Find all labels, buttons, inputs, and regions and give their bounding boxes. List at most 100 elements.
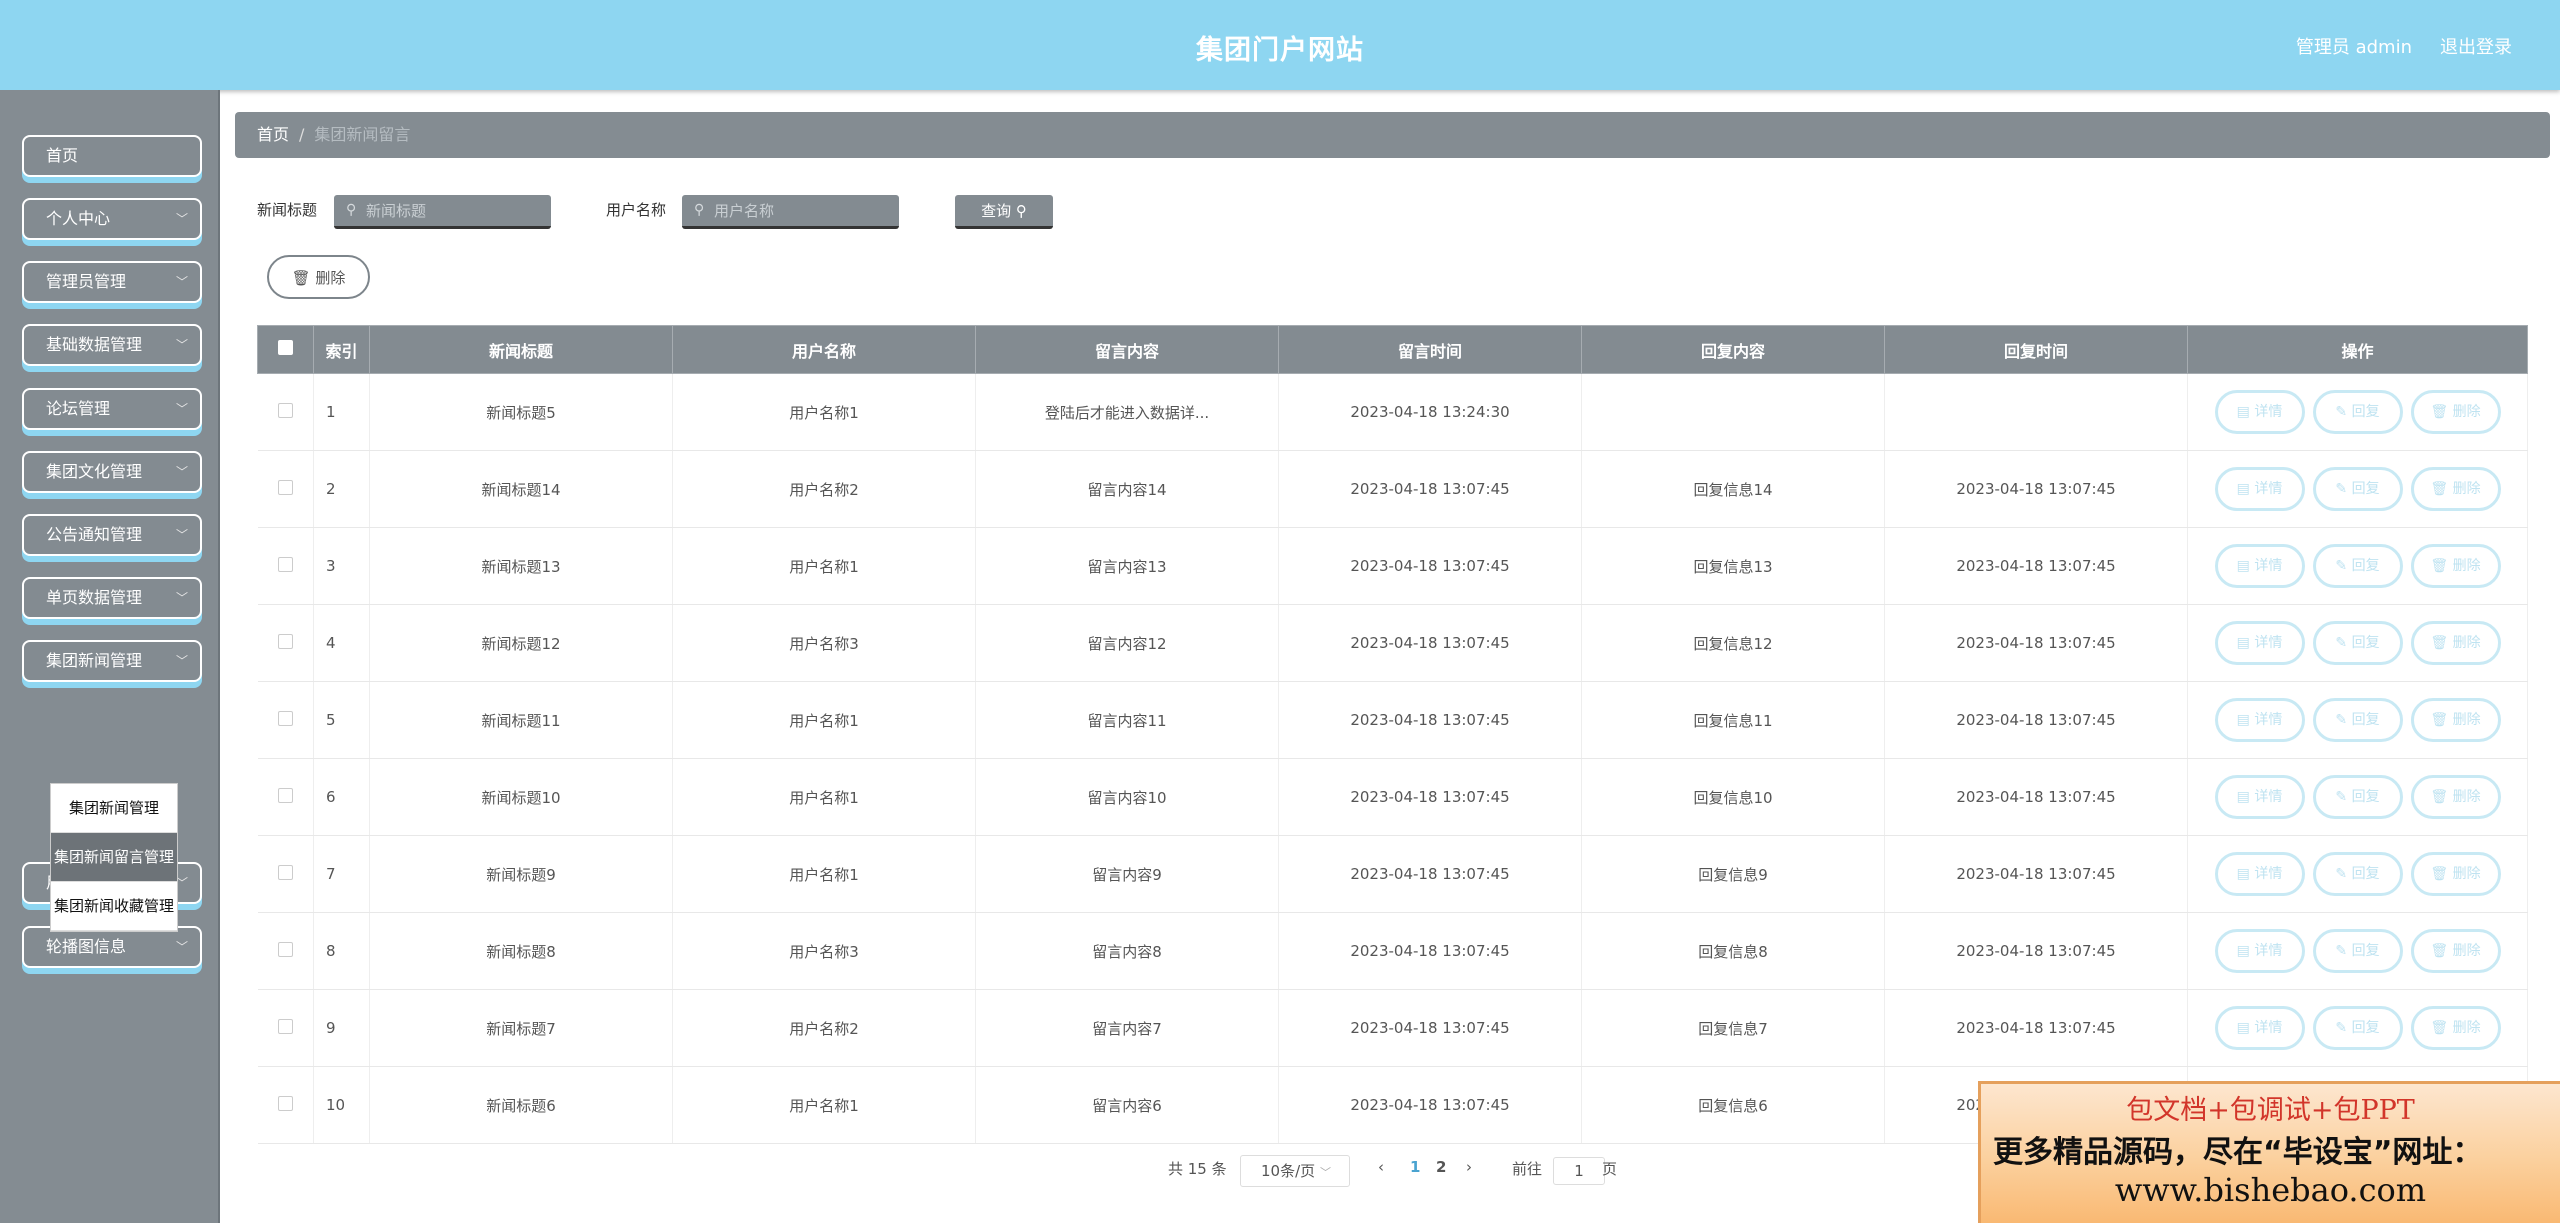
- trash-icon: 🗑: [2430, 404, 2453, 420]
- breadcrumb-home[interactable]: 首页: [257, 125, 289, 144]
- row-checkbox[interactable]: [277, 1018, 293, 1034]
- document-icon: ▤: [2236, 712, 2255, 728]
- sidebar-item-label: 基础数据管理: [46, 335, 143, 354]
- edit-icon: ✎: [2335, 481, 2352, 497]
- batch-delete-button[interactable]: 🗑 删除: [267, 255, 370, 299]
- sidebar-item[interactable]: 个人中心 ﹀: [22, 198, 202, 240]
- sidebar-item[interactable]: 首页: [22, 135, 202, 177]
- cell-user: 用户名称1: [672, 373, 976, 451]
- row-checkbox[interactable]: [277, 633, 293, 649]
- sidebar-item[interactable]: 集团文化管理 ﹀: [22, 451, 202, 493]
- delete-button[interactable]: 🗑 删除: [2410, 390, 2501, 434]
- edit-icon: ✎: [2335, 404, 2352, 420]
- select-all-checkbox[interactable]: [278, 340, 293, 355]
- trash-icon: 🗑: [291, 268, 311, 287]
- row-select-cell: [257, 989, 314, 1067]
- row-index: 6: [313, 758, 370, 836]
- reply-button[interactable]: ✎ 回复: [2312, 852, 2403, 896]
- detail-button-label: 详情: [2254, 481, 2283, 497]
- detail-button[interactable]: ▤ 详情: [2214, 775, 2305, 819]
- reply-button[interactable]: ✎ 回复: [2312, 544, 2403, 588]
- sidebar-item[interactable]: 集团新闻管理 ﹀: [22, 640, 202, 682]
- next-page-button[interactable]: ›: [1466, 1158, 1472, 1176]
- cell-title: 新闻标题10: [369, 758, 673, 836]
- sidebar-item[interactable]: 轮播图信息 ﹀: [22, 926, 202, 968]
- chevron-down-icon: ﹀: [175, 402, 188, 416]
- delete-button[interactable]: 🗑 删除: [2410, 544, 2501, 588]
- cell-reply: 回复信息7: [1581, 989, 1885, 1067]
- row-checkbox[interactable]: [277, 556, 293, 572]
- news-title-input[interactable]: [334, 195, 551, 229]
- table-row: 1 新闻标题5 用户名称1 登陆后才能进入数据详... 2023-04-18 13:24…: [257, 373, 2528, 451]
- reply-button[interactable]: ✎ 回复: [2312, 467, 2403, 511]
- cell-title: 新闻标题5: [369, 373, 673, 451]
- search-icon: ⚲: [346, 202, 357, 218]
- logout-link[interactable]: 退出登录: [2440, 33, 2512, 59]
- detail-button[interactable]: ▤ 详情: [2214, 1006, 2305, 1050]
- sidebar-item-label: 单页数据管理: [46, 588, 143, 607]
- sidebar-item-label: 个人中心: [46, 209, 111, 228]
- page-number[interactable]: 2: [1436, 1158, 1446, 1176]
- sidebar-item[interactable]: 公告通知管理 ﹀: [22, 514, 202, 556]
- row-checkbox[interactable]: [277, 787, 293, 803]
- trash-icon: 🗑: [2430, 558, 2453, 574]
- sidebar-item[interactable]: 管理员管理 ﹀: [22, 261, 202, 303]
- detail-button[interactable]: ▤ 详情: [2214, 929, 2305, 973]
- promo-line-1: 包文档+包调试+包PPT: [2126, 1095, 2415, 1126]
- row-checkbox[interactable]: [277, 710, 293, 726]
- cell-content: 留言内容9: [975, 835, 1279, 913]
- user-name-input[interactable]: [682, 195, 899, 229]
- page-size-select[interactable]: 10条/页 ﹀: [1240, 1155, 1350, 1187]
- sidebar-item[interactable]: 单页数据管理 ﹀: [22, 577, 202, 619]
- delete-button-label: 删除: [2452, 1020, 2481, 1036]
- detail-button[interactable]: ▤ 详情: [2214, 544, 2305, 588]
- sidebar-item[interactable]: 基础数据管理 ﹀: [22, 324, 202, 366]
- cell-time: 2023-04-18 13:07:45: [1278, 604, 1582, 682]
- row-index: 7: [313, 835, 370, 913]
- delete-button-label: 删除: [2452, 635, 2481, 651]
- cell-user: 用户名称1: [672, 1066, 976, 1144]
- delete-button[interactable]: 🗑 删除: [2410, 698, 2501, 742]
- delete-button-label: 删除: [2452, 481, 2481, 497]
- submenu-item[interactable]: 集团新闻收藏管理: [51, 882, 177, 931]
- query-button[interactable]: 查询 ⚲: [955, 195, 1053, 229]
- delete-button[interactable]: 🗑 删除: [2410, 852, 2501, 896]
- row-checkbox[interactable]: [277, 402, 293, 418]
- detail-button[interactable]: ▤ 详情: [2214, 621, 2305, 665]
- detail-button[interactable]: ▤ 详情: [2214, 467, 2305, 511]
- sidebar-item[interactable]: 论坛管理 ﹀: [22, 388, 202, 430]
- cell-user: 用户名称3: [672, 912, 976, 990]
- submenu-item[interactable]: 集团新闻留言管理: [51, 833, 177, 882]
- cell-time: 2023-04-18 13:07:45: [1278, 1066, 1582, 1144]
- delete-button-label: 删除: [2452, 789, 2481, 805]
- reply-button[interactable]: ✎ 回复: [2312, 390, 2403, 434]
- cell-title: 新闻标题14: [369, 450, 673, 528]
- prev-page-button[interactable]: ‹: [1378, 1158, 1384, 1176]
- delete-button[interactable]: 🗑 删除: [2410, 775, 2501, 819]
- reply-button[interactable]: ✎ 回复: [2312, 621, 2403, 665]
- row-actions: ▤ 详情✎ 回复🗑 删除: [2187, 758, 2528, 836]
- submenu-item[interactable]: 集团新闻管理: [51, 784, 177, 833]
- reply-button[interactable]: ✎ 回复: [2312, 929, 2403, 973]
- detail-button[interactable]: ▤ 详情: [2214, 852, 2305, 896]
- row-checkbox[interactable]: [277, 479, 293, 495]
- cell-reply-time: 2023-04-18 13:07:45: [1884, 681, 2188, 759]
- page-number[interactable]: 1: [1410, 1158, 1420, 1176]
- reply-button-label: 回复: [2351, 712, 2380, 728]
- detail-button[interactable]: ▤ 详情: [2214, 390, 2305, 434]
- delete-button[interactable]: 🗑 删除: [2410, 621, 2501, 665]
- reply-button[interactable]: ✎ 回复: [2312, 698, 2403, 742]
- table-row: 7 新闻标题9 用户名称1 留言内容9 2023-04-18 13:07:45 回复信息9…: [257, 835, 2528, 913]
- row-checkbox[interactable]: [277, 1095, 293, 1111]
- row-select-cell: [257, 604, 314, 682]
- detail-button[interactable]: ▤ 详情: [2214, 698, 2305, 742]
- search-icon: ⚲: [1015, 202, 1027, 220]
- row-checkbox[interactable]: [277, 864, 293, 880]
- goto-page-input[interactable]: 1: [1553, 1157, 1605, 1185]
- reply-button[interactable]: ✎ 回复: [2312, 1006, 2403, 1050]
- delete-button[interactable]: 🗑 删除: [2410, 929, 2501, 973]
- delete-button[interactable]: 🗑 删除: [2410, 467, 2501, 511]
- row-checkbox[interactable]: [277, 941, 293, 957]
- delete-button[interactable]: 🗑 删除: [2410, 1006, 2501, 1050]
- reply-button[interactable]: ✎ 回复: [2312, 775, 2403, 819]
